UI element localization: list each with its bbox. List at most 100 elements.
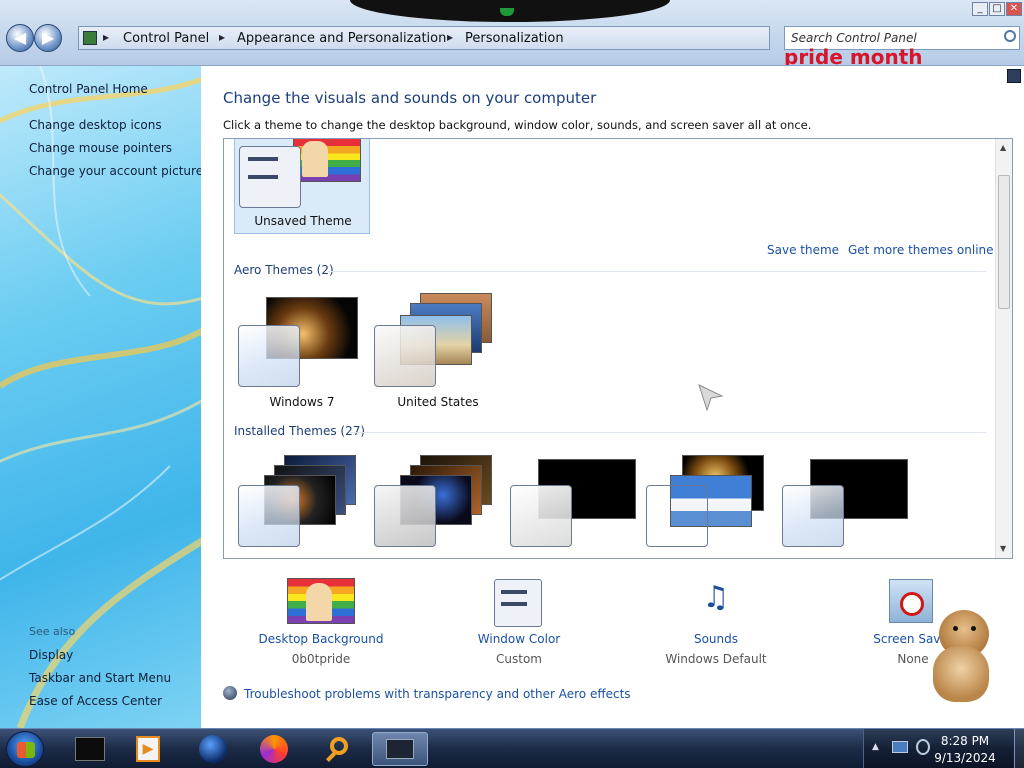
search-input[interactable]: Search Control Panel [784, 26, 1020, 50]
glass-bar-icon [248, 157, 278, 161]
mouse-cursor-icon [698, 384, 724, 412]
maximize-button[interactable]: □ [989, 2, 1005, 16]
see-also-label: See also [29, 625, 76, 638]
glass-overlay-icon [510, 485, 572, 547]
cmd-icon [75, 737, 105, 761]
troubleshoot-link[interactable]: Troubleshoot problems with transparency … [244, 687, 631, 701]
scroll-thumb[interactable] [998, 175, 1010, 309]
installed-theme-tile[interactable] [778, 451, 914, 551]
explorer-titlebar: _ □ ✕ ◀ ▶ ▸ Control Panel ▸ Appearance a… [0, 0, 1024, 66]
desktop-background-icon[interactable] [287, 578, 355, 624]
taskbar-personalization-window-button[interactable] [372, 732, 428, 766]
breadcrumb-separator-icon: ▸ [103, 30, 110, 44]
scroll-down-icon[interactable]: ▼ [1000, 544, 1006, 553]
theme-windows-7[interactable]: Windows 7 [234, 291, 370, 411]
clock-date[interactable]: 9/13/2024 [920, 751, 1010, 765]
change-mouse-pointers-link[interactable]: Change mouse pointers [29, 141, 172, 155]
taskbar-cmd-button[interactable] [68, 732, 112, 766]
search-magnifier-icon [324, 735, 352, 763]
taskbar-start-menu-link[interactable]: Taskbar and Start Menu [29, 671, 171, 685]
page-title: Change the visuals and sounds on your co… [223, 89, 597, 107]
hamster-eye [971, 626, 976, 631]
theme-name: Windows 7 [269, 395, 335, 409]
glass-overlay-icon [238, 485, 300, 547]
installed-themes-header: Installed Themes (27) [234, 424, 366, 438]
control-panel-icon [83, 31, 97, 45]
aero-troubleshoot-icon [223, 686, 237, 700]
desktop-background-setting[interactable]: Desktop Background 0b0tpride [231, 632, 411, 666]
change-desktop-icons-link[interactable]: Change desktop icons [29, 118, 162, 132]
sounds-link[interactable]: Sounds [626, 632, 806, 646]
window-color-setting[interactable]: Window Color Custom [429, 632, 609, 666]
theme-united-states[interactable]: United States [370, 291, 506, 411]
glass-overlay-icon [374, 485, 436, 547]
sounds-icon[interactable]: ♫ [691, 578, 741, 626]
theme-name: United States [397, 395, 479, 409]
window-color-glass-icon [239, 146, 301, 208]
window-color-icon[interactable] [494, 579, 542, 627]
left-navigation-pane: Control Panel Home Change desktop icons … [0, 66, 201, 728]
personalization-window-icon [386, 739, 414, 759]
theme-list[interactable]: Unsaved Theme Save theme Get more themes… [223, 138, 1013, 559]
installed-theme-tile[interactable] [506, 451, 642, 551]
glass-overlay-icon [238, 325, 300, 387]
screen-saver-icon[interactable] [889, 579, 933, 623]
hamster-eye [953, 626, 958, 631]
theme-name: Unsaved Theme [254, 214, 352, 228]
breadcrumb-personalization[interactable]: Personalization [465, 31, 564, 46]
clock-time[interactable]: 8:28 PM [920, 734, 1010, 748]
sounds-value: Windows Default [665, 652, 767, 666]
scroll-up-icon[interactable]: ▲ [1000, 143, 1006, 152]
desktop-background-value: 0b0tpride [291, 652, 351, 666]
get-more-themes-link[interactable]: Get more themes online [848, 243, 994, 257]
ease-of-access-link[interactable]: Ease of Access Center [29, 694, 162, 708]
installed-theme-tile[interactable] [370, 451, 506, 551]
group-divider [350, 432, 986, 433]
address-bar[interactable]: ▸ Control Panel ▸ Appearance and Persona… [78, 26, 837, 50]
breadcrumb-appearance[interactable]: Appearance and Personalization [237, 31, 446, 46]
installed-theme-tile[interactable] [234, 451, 370, 551]
hamster-mascot [929, 606, 995, 702]
back-button[interactable]: ◀ [6, 24, 34, 52]
glass-overlay-icon [646, 485, 708, 547]
close-button[interactable]: ✕ [1006, 2, 1022, 16]
minimize-button[interactable]: _ [972, 2, 988, 16]
control-panel-home-link[interactable]: Control Panel Home [29, 82, 148, 96]
breadcrumb-control-panel[interactable]: Control Panel [123, 31, 209, 46]
windows-logo-icon [17, 742, 35, 758]
window-color-value: Custom [496, 652, 542, 666]
theme-unsaved[interactable]: Unsaved Theme [234, 139, 370, 234]
forward-button[interactable]: ▶ [34, 24, 62, 52]
aero-themes-header: Aero Themes (2) [234, 263, 334, 277]
cartoon-face-icon [306, 583, 332, 621]
start-button[interactable] [6, 731, 44, 767]
glass-overlay-icon [782, 485, 844, 547]
save-theme-link[interactable]: Save theme [767, 243, 839, 257]
network-icon[interactable] [892, 741, 908, 753]
change-account-picture-link[interactable]: Change your account picture [29, 164, 201, 178]
cartoon-face-icon [302, 141, 328, 177]
theme-list-scrollbar[interactable]: ▲ ▼ [995, 139, 1012, 558]
show-hidden-icons-icon[interactable]: ▲ [872, 742, 879, 752]
display-link[interactable]: Display [29, 648, 73, 662]
sounds-setting[interactable]: Sounds Windows Default [626, 632, 806, 666]
taskbar-firefox-button[interactable] [252, 732, 296, 766]
glass-bar-icon [501, 602, 527, 606]
glass-bar-icon [248, 175, 278, 179]
taskbar-search-button[interactable] [316, 732, 360, 766]
pride-month-banner: pride month [784, 48, 923, 66]
glass-overlay-icon [374, 325, 436, 387]
installed-theme-tile[interactable] [642, 451, 778, 551]
desktop-background-link[interactable]: Desktop Background [231, 632, 411, 646]
globe-browser-icon [199, 735, 227, 763]
taskbar-media-player-button[interactable]: ▶ [126, 732, 170, 766]
help-icon[interactable] [1007, 69, 1021, 83]
hamster-body [933, 646, 989, 702]
camera-led [500, 8, 514, 16]
window-color-link[interactable]: Window Color [429, 632, 609, 646]
taskbar-browser-button[interactable] [191, 732, 235, 766]
search-icon[interactable] [1004, 30, 1016, 42]
camera-notch [350, 0, 670, 22]
pride-wallpaper-thumbnail [293, 139, 361, 182]
show-desktop-button[interactable] [1014, 729, 1024, 768]
